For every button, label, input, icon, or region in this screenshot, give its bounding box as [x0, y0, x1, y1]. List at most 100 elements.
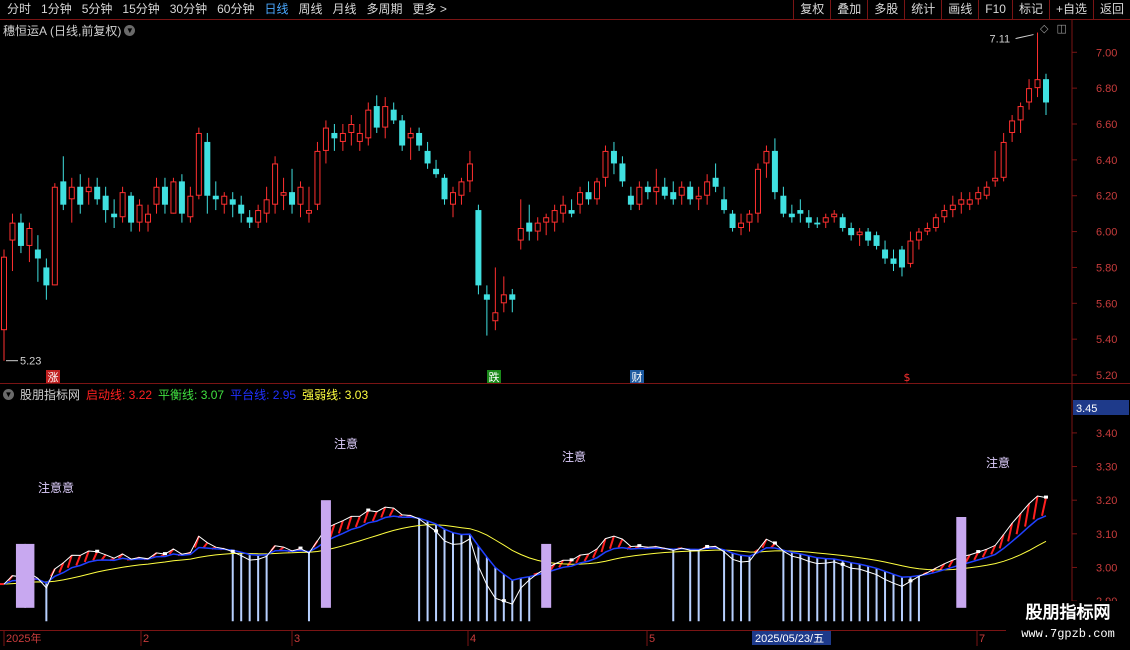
period-tab-7[interactable]: 周线	[293, 0, 327, 19]
attention-label: 注意意	[38, 480, 74, 495]
candle-body	[263, 199, 270, 214]
candle-body	[1000, 141, 1007, 178]
candle-body	[255, 210, 262, 223]
action-button-1[interactable]: 叠加	[830, 0, 867, 19]
candle-body	[390, 109, 397, 121]
indicator-tick-label: 3.00	[1096, 562, 1117, 574]
period-tab-10[interactable]: 更多 >	[408, 0, 452, 19]
candle-body	[805, 217, 812, 223]
candle-body	[1034, 79, 1041, 89]
event-marker-3[interactable]: $	[900, 370, 914, 384]
period-tab-5[interactable]: 60分钟	[212, 0, 259, 19]
action-button-8[interactable]: 返回	[1092, 0, 1130, 19]
candle-body	[882, 249, 889, 259]
start-line	[3, 495, 1047, 605]
indicator-hatch-up	[583, 553, 590, 562]
indicator-chart[interactable]: 3.453.403.303.203.103.002.902025年2345720…	[0, 384, 1130, 650]
candle-body	[229, 199, 236, 205]
indicator-dot	[501, 599, 506, 603]
candle-body	[687, 186, 694, 200]
price-tick-label: 6.00	[1096, 227, 1117, 239]
price-tick-label: 5.80	[1096, 262, 1117, 274]
candle-body	[729, 213, 736, 228]
strength-line	[3, 524, 1047, 585]
candlestick-chart[interactable]: 7.00 6.80 6.60 6.40 6.20 6.00 5.80 5.60 5.40 5.20…	[0, 20, 1130, 384]
candle-body	[373, 106, 380, 128]
candle-body	[602, 150, 609, 178]
candle-body	[839, 217, 846, 228]
action-button-6[interactable]: 标记	[1011, 0, 1049, 19]
indicator-dot	[772, 541, 777, 545]
candle-body	[712, 177, 719, 187]
candle-body	[331, 132, 338, 139]
indicator-dot	[705, 544, 710, 548]
candle-body	[738, 222, 745, 229]
candle-body	[458, 181, 465, 196]
candle-body	[85, 186, 92, 193]
period-tab-8[interactable]: 月线	[328, 0, 362, 19]
indicator-hatch-up	[1015, 513, 1022, 535]
action-button-3[interactable]: 统计	[904, 0, 941, 19]
indicator-hatch-up	[608, 535, 615, 549]
period-tab-3[interactable]: 15分钟	[117, 0, 164, 19]
period-selector: 分时 1分钟 5分钟 15分钟 30分钟 60分钟 日线 周线 月线 多周期 更多 >	[2, 0, 452, 19]
candle-body	[551, 210, 558, 223]
action-button-0[interactable]: 复权	[793, 0, 830, 19]
candle-body	[399, 120, 406, 146]
candle-body	[771, 150, 778, 193]
attention-label: 注意	[562, 449, 586, 464]
action-button-5[interactable]: F10	[978, 0, 1012, 19]
period-tab-0[interactable]: 分时	[2, 0, 36, 19]
event-marker-1[interactable]: 跌	[487, 370, 501, 384]
candle-body	[992, 177, 999, 182]
candle-body	[915, 231, 922, 241]
indicator-hatch-up	[75, 554, 82, 566]
period-tab-6[interactable]: 日线	[259, 0, 293, 19]
candle-body	[51, 186, 58, 286]
period-tab-4[interactable]: 30分钟	[165, 0, 212, 19]
candle-body	[356, 132, 363, 142]
candle-body	[94, 186, 101, 200]
candle-body	[754, 168, 761, 214]
attention-bar	[320, 500, 331, 608]
candle-body	[644, 186, 651, 193]
price-tick-label: 6.40	[1096, 155, 1117, 167]
watermark-title: 股朋指标网	[1025, 603, 1111, 623]
candle-body	[534, 222, 541, 232]
candle-body	[932, 217, 939, 228]
platform-line	[3, 515, 1047, 585]
candle-body	[1043, 79, 1049, 103]
candle-body	[1026, 88, 1033, 103]
candle-body	[466, 163, 473, 182]
candle-body	[441, 177, 448, 200]
candle-body	[102, 195, 109, 211]
candle-body	[280, 192, 287, 196]
candle-body	[958, 199, 965, 205]
candle-body	[636, 186, 643, 205]
indicator-dot	[637, 544, 642, 548]
candle-body	[204, 141, 211, 196]
period-tab-1[interactable]: 1分钟	[36, 0, 77, 19]
candle-body	[119, 192, 126, 218]
current-value-label: 3.45	[1076, 403, 1097, 415]
event-marker-2[interactable]: 财	[630, 370, 644, 384]
candle-body	[221, 195, 228, 205]
period-tab-9[interactable]: 多周期	[362, 0, 408, 19]
candle-body	[178, 181, 185, 214]
indicator-dot	[162, 552, 167, 556]
candle-body	[788, 213, 795, 218]
period-tab-2[interactable]: 5分钟	[77, 0, 118, 19]
candle-body	[382, 106, 389, 128]
event-marker-0[interactable]: 涨	[46, 370, 60, 384]
indicator-hatch-up	[1041, 497, 1047, 517]
candle-body	[365, 109, 372, 139]
indicator-dot	[840, 562, 845, 566]
candle-body	[238, 204, 245, 214]
indicator-hatch-up	[371, 511, 378, 522]
action-button-7[interactable]: +自选	[1048, 0, 1093, 19]
action-button-4[interactable]: 画线	[941, 0, 978, 19]
action-button-2[interactable]: 多股	[867, 0, 904, 19]
candle-body	[568, 210, 575, 214]
indicator-tick-label: 3.30	[1096, 462, 1117, 474]
candle-body	[289, 192, 296, 205]
